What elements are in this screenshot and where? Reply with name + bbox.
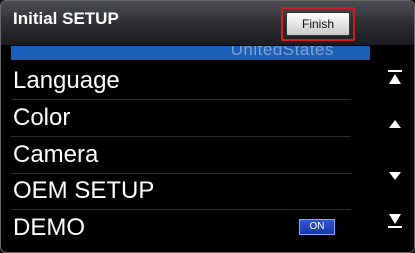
finish-button[interactable]: Finish	[286, 12, 350, 36]
page-title: Initial SETUP	[13, 9, 119, 28]
list-item-label: OEM SETUP	[13, 177, 155, 204]
page-up-icon[interactable]	[385, 68, 405, 88]
line-up-icon[interactable]	[385, 114, 405, 134]
list-item-label: Camera	[13, 141, 99, 168]
list-item-oem-setup[interactable]: OEM SETUP	[11, 174, 370, 210]
demo-on-toggle[interactable]: ON	[299, 219, 335, 235]
list-item-camera[interactable]: Camera	[11, 138, 370, 174]
settings-list: UnitedStates Language Color Camera OEM S…	[11, 46, 370, 252]
divider	[11, 136, 351, 137]
list-item-demo[interactable]: DEMO ON	[11, 211, 370, 247]
divider	[11, 99, 351, 100]
screen: Initial SETUP Finish UnitedStates Langua…	[0, 0, 415, 253]
list-item-partial: UnitedStates	[230, 46, 334, 59]
page-down-icon[interactable]	[385, 210, 405, 230]
scrollbar	[377, 46, 414, 252]
list-item-label: DEMO	[13, 214, 85, 241]
list-item-label: Color	[13, 104, 71, 131]
finish-highlight: Finish	[281, 7, 355, 41]
list-item-label: Language	[13, 67, 120, 94]
list-item-language[interactable]: Language	[11, 64, 370, 100]
header-bar: Initial SETUP Finish	[1, 1, 414, 45]
line-down-icon[interactable]	[385, 166, 405, 186]
divider	[11, 209, 351, 210]
list-item-color[interactable]: Color	[11, 101, 370, 137]
